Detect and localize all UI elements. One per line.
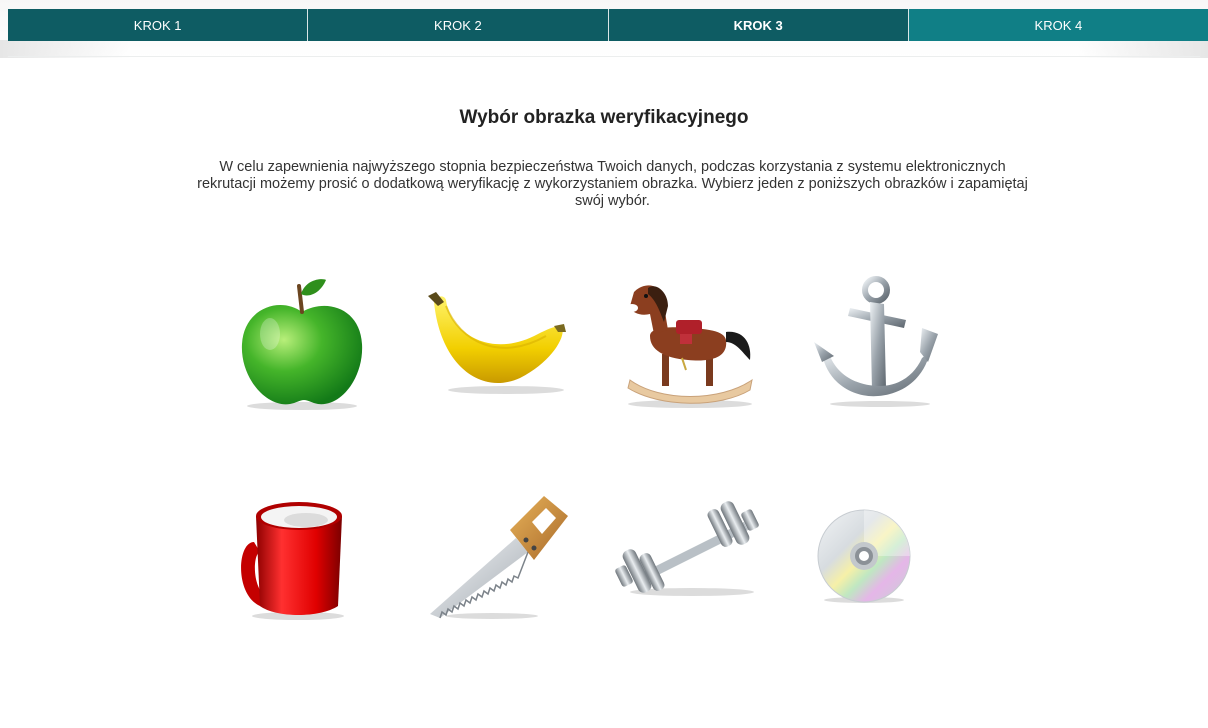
page-description: W celu zapewnienia najwyższego stopnia b… <box>197 159 1028 209</box>
image-option-dumbbell[interactable] <box>610 482 760 632</box>
cd-disc-icon <box>817 509 911 603</box>
apple-icon <box>241 279 363 410</box>
step-navigation: KROK 1 KROK 2 KROK 3 KROK 4 <box>8 9 1208 41</box>
verification-image-grid <box>230 272 990 672</box>
rocking-horse-icon <box>626 285 753 408</box>
image-option-rocking-horse[interactable] <box>610 272 760 422</box>
image-option-saw[interactable] <box>420 482 570 632</box>
mug-icon <box>241 502 344 620</box>
image-option-cd[interactable] <box>800 482 950 632</box>
saw-icon <box>430 496 568 619</box>
image-option-anchor[interactable] <box>800 272 950 422</box>
image-option-banana[interactable] <box>420 272 570 422</box>
page-title: Wybór obrazka weryfikacyjnego <box>459 107 749 128</box>
image-option-apple[interactable] <box>230 272 380 422</box>
step-3-tab[interactable]: KROK 3 <box>608 9 909 41</box>
header-divider <box>8 56 1200 57</box>
image-option-mug[interactable] <box>230 482 380 632</box>
step-2-tab[interactable]: KROK 2 <box>308 9 609 41</box>
banana-icon <box>428 292 566 394</box>
dumbbell-icon <box>615 501 759 596</box>
step-4-tab[interactable]: KROK 4 <box>908 9 1208 41</box>
step-1-tab[interactable]: KROK 1 <box>8 9 309 41</box>
anchor-icon <box>814 276 938 407</box>
